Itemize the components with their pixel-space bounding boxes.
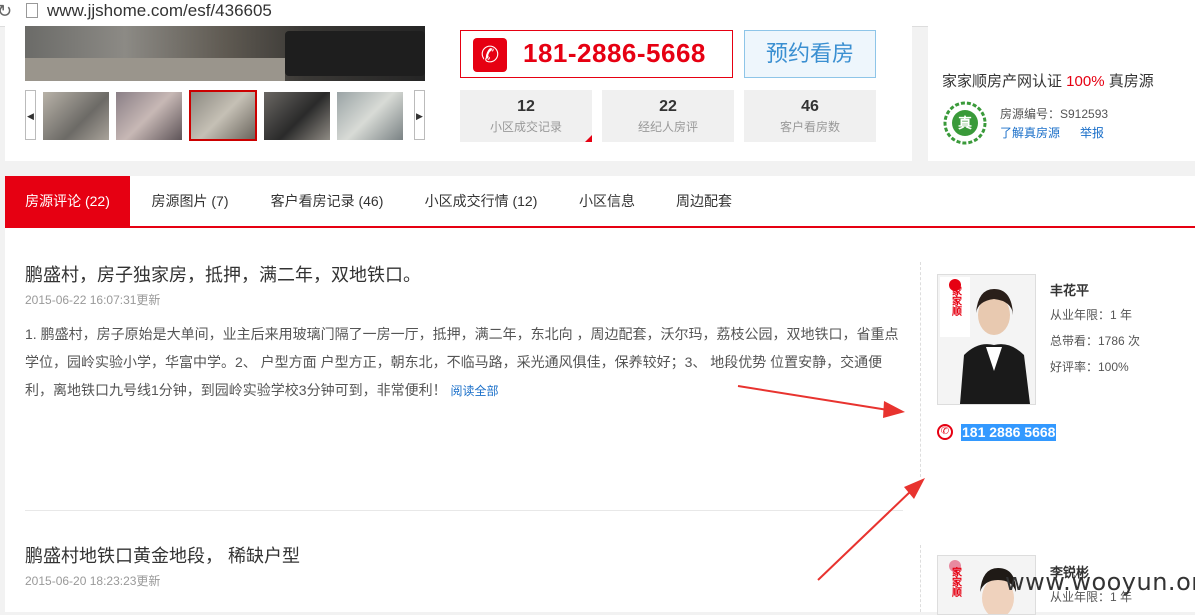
annotation-arrow-1 xyxy=(737,385,889,411)
annotation-arrowhead-1 xyxy=(883,401,905,418)
annotation-arrow-2 xyxy=(817,489,913,581)
watermark: www.wooyun.org xyxy=(1005,568,1195,596)
annotation-arrows xyxy=(737,385,925,581)
